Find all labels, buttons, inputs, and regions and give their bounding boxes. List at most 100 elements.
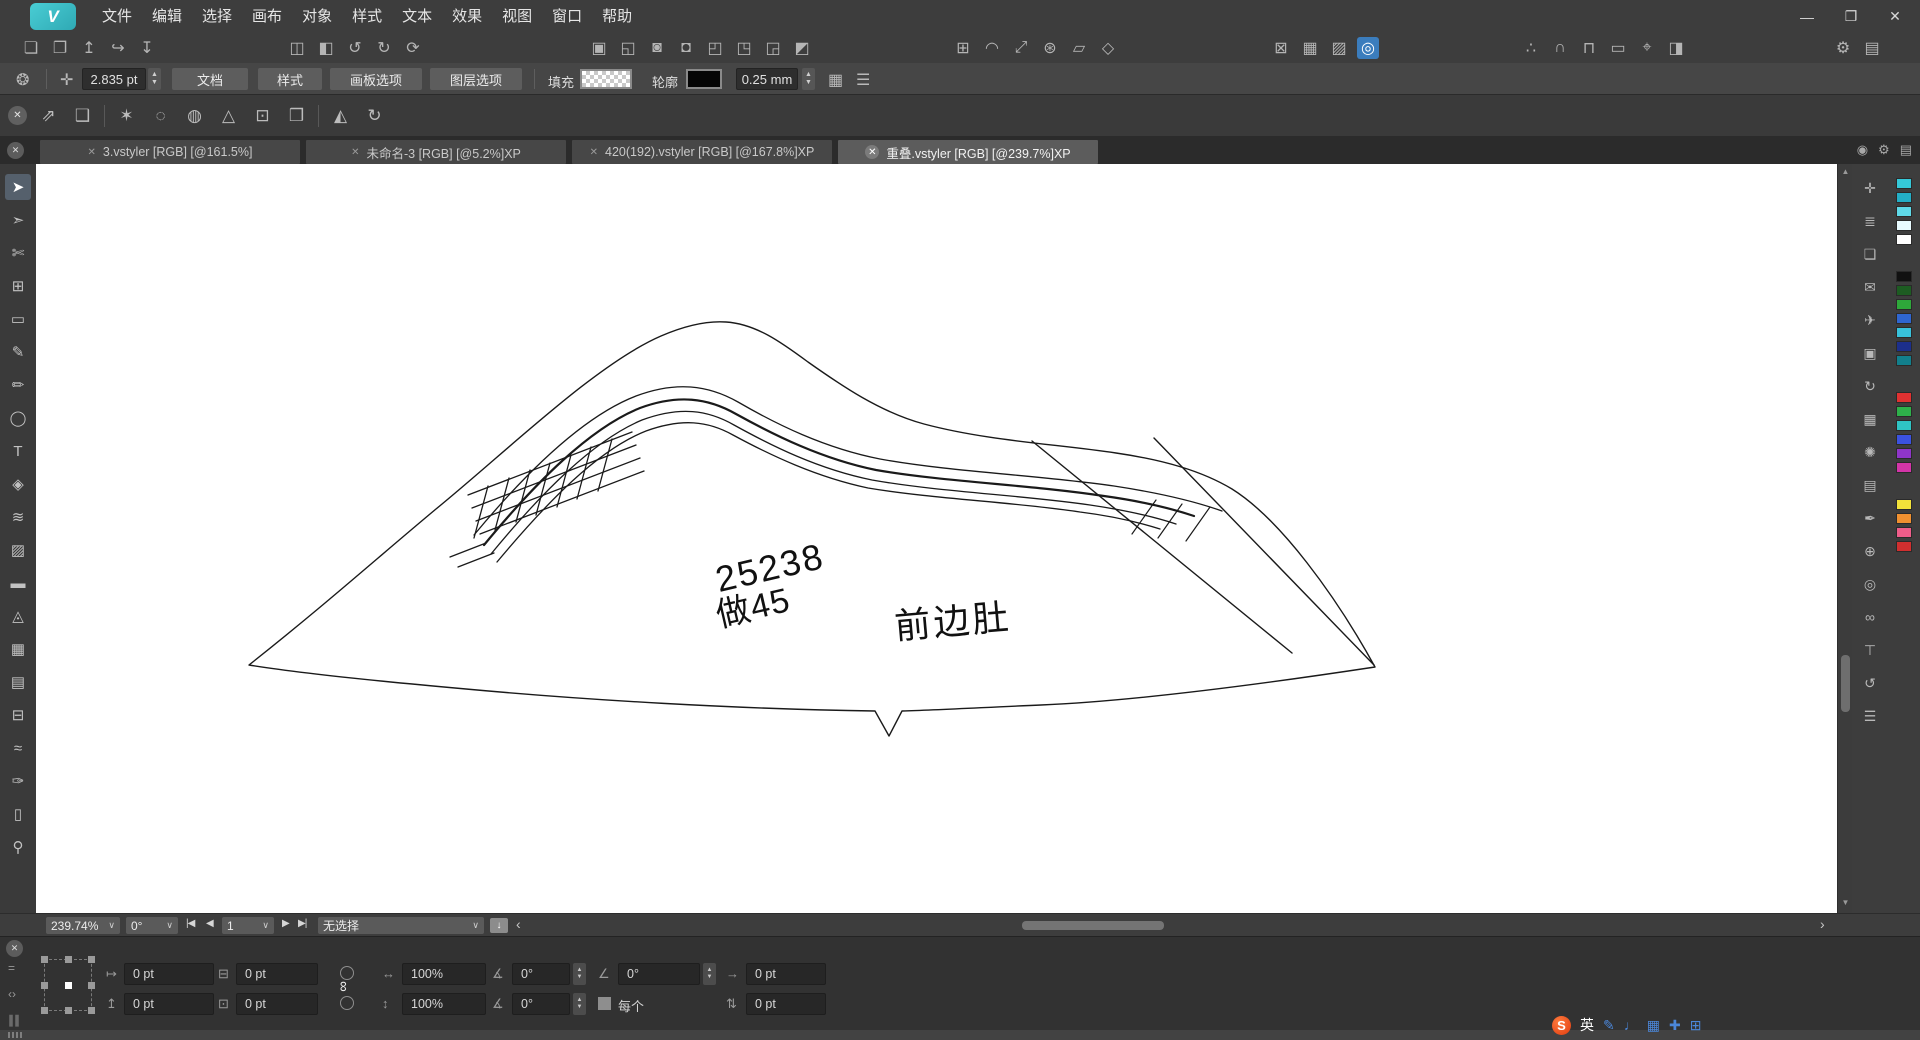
first-page-button[interactable]: |◀ [186,918,194,929]
transform-scale-icon[interactable]: ⇗ [36,103,61,128]
menu-item-文件[interactable]: 文件 [92,0,142,33]
text-tool[interactable]: T [5,438,31,464]
send-panel-icon[interactable]: ✈ [1858,308,1882,332]
history-panel-icon[interactable]: ↺ [1858,671,1882,695]
scale-icon[interactable]: ⤢ [1010,37,1032,59]
sogou-logo-icon[interactable]: S [1552,1016,1571,1035]
tabbar-settings-icon[interactable]: ⚙ [1878,142,1890,158]
effects-panel-icon[interactable]: ✺ [1858,440,1882,464]
node-edit-icon[interactable]: ◍ [182,103,207,128]
snap-magnet-icon[interactable]: ∩ [1549,37,1571,59]
new-document-icon[interactable]: ❏ [20,37,42,59]
color-swatch[interactable] [1896,434,1912,445]
wave-panel-icon[interactable]: ∞ [1858,605,1882,629]
spacing-x-field[interactable]: 0 pt [746,963,826,985]
wave-tool[interactable]: ≈ [5,735,31,761]
rotate-copy-icon[interactable]: ↻ [362,103,387,128]
scroll-tabs-icon[interactable]: ◉ [1857,142,1868,158]
swatch-panel-icon[interactable]: ▣ [1858,341,1882,365]
share-icon[interactable]: ↪ [107,37,129,59]
artboard-panel-icon[interactable]: ❏ [1858,242,1882,266]
direct-select-tool[interactable]: ➣ [5,207,31,233]
document-tab-2[interactable]: ✕未命名-3 [RGB] [@5.2%]XP [306,140,566,164]
intersect-icon[interactable]: ◙ [646,37,668,59]
snap-point-icon[interactable]: ∴ [1520,37,1542,59]
ime-language-indicator[interactable]: 英 [1580,1015,1594,1035]
shape-tool[interactable]: ◈ [5,471,31,497]
rotate-page-icon[interactable]: ⟳ [402,37,424,59]
scroll-down-icon[interactable]: ▼ [1838,898,1853,907]
app-logo[interactable]: V [30,3,76,30]
menu-item-对象[interactable]: 对象 [292,0,342,33]
color-swatch[interactable] [1896,499,1912,510]
proportions-bottom-indicator[interactable] [340,996,354,1010]
link-panel-icon[interactable]: ⊕ [1858,539,1882,563]
smooth-tool[interactable]: ≋ [5,504,31,530]
menu-item-效果[interactable]: 效果 [442,0,492,33]
document-tab-1[interactable]: ✕3.vstyler [RGB] [@161.5%] [40,140,300,164]
workspace-settings-icon[interactable]: ⚙ [1832,37,1854,59]
target-panel-icon[interactable]: ◎ [1858,572,1882,596]
zoom-tool[interactable]: ⚲ [5,834,31,860]
exclude-icon[interactable]: ◘ [675,37,697,59]
menu-item-视图[interactable]: 视图 [492,0,542,33]
x-position-field[interactable]: 0 pt [124,963,214,985]
spin-up-icon[interactable]: ▲ [707,967,713,974]
document-button[interactable]: 文档 [172,68,248,90]
close-options-icon[interactable]: ✕ [8,106,27,125]
print-icon[interactable]: ▤ [1861,37,1883,59]
scroll-left-icon[interactable]: ‹ [516,916,521,932]
calligraphy-tool[interactable]: ✑ [5,768,31,794]
triangle-mesh-icon[interactable]: △ [216,103,241,128]
zoom-level-select[interactable]: 239.74%∨ [46,917,120,934]
message-panel-icon[interactable]: ✉ [1858,275,1882,299]
anchor-point[interactable] [65,956,72,963]
per-each-chip[interactable] [598,997,611,1010]
hatch-tool[interactable]: ▨ [5,537,31,563]
ime-keyboard-icon[interactable]: ▦ [1647,1017,1660,1034]
height-field[interactable]: 0 pt [236,993,318,1015]
move-anchor-icon[interactable]: ✛ [60,70,73,90]
rotate-left-icon[interactable]: ↺ [344,37,366,59]
stroke-width-input[interactable]: 2.835 pt [82,68,146,90]
crop-tool[interactable]: ⊞ [5,273,31,299]
shape-builder-icon[interactable]: ⊡ [250,103,275,128]
color-swatch[interactable] [1896,234,1912,245]
ime-pen-icon[interactable]: ✎ [1603,1017,1615,1034]
rotation-field-stepper[interactable]: ▲▼ [703,963,716,985]
marquee-tool[interactable]: ▭ [5,306,31,332]
frame-tool[interactable]: ▯ [5,801,31,827]
last-page-button[interactable]: ▶| [298,918,306,929]
spin-down-icon[interactable]: ▼ [577,974,583,981]
color-swatch[interactable] [1896,406,1912,417]
convert-shape-icon[interactable]: ▱ [1068,37,1090,59]
color-swatch[interactable] [1896,513,1912,524]
select-tool[interactable]: ➤ [5,174,31,200]
panel-menu-icon[interactable]: ☰ [856,70,870,90]
proportions-top-indicator[interactable] [340,966,354,980]
vertical-scroll-thumb[interactable] [1841,655,1850,712]
rotation-select[interactable]: 0°∨ [126,917,178,934]
anchor-point[interactable] [88,956,95,963]
grid-panel-icon[interactable]: ▦ [1858,407,1882,431]
color-swatch[interactable] [1896,327,1912,338]
menu-item-窗口[interactable]: 窗口 [542,0,592,33]
canvas[interactable]: 25238 做45 前边肚 [36,164,1837,913]
trim-icon[interactable]: ◳ [733,37,755,59]
ellipse-tool[interactable]: ◯ [5,405,31,431]
pages-icon[interactable]: ◫ [286,37,308,59]
artboard-options-button[interactable]: 画板选项 [330,68,422,90]
magic-wand-icon[interactable]: ✶ [114,103,139,128]
restore-button[interactable]: ❐ [1836,8,1866,25]
pencil-tool[interactable]: ✎ [5,339,31,365]
close-button[interactable]: ✕ [1880,8,1910,25]
spin-up-icon[interactable]: ▲ [151,71,158,79]
download-state-icon[interactable]: ↓ [490,918,508,933]
pattern-fill-icon[interactable]: ▦ [1299,37,1321,59]
ime-mic-icon[interactable]: ♩ [1624,1017,1638,1034]
layers-panel-icon[interactable]: ▤ [1858,473,1882,497]
tab-close-icon[interactable]: ✕ [351,147,359,158]
export-icon[interactable]: ↥ [78,37,100,59]
grid-settings-icon[interactable]: ▦ [828,70,843,90]
scale-x-field[interactable]: 100% [402,963,486,985]
